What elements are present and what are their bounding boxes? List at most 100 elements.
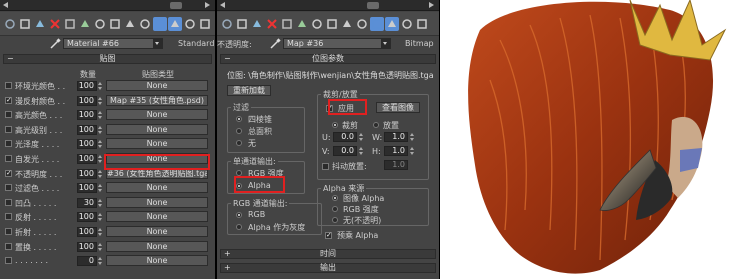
top-scrollbar[interactable]: [217, 0, 439, 11]
map-slot-button[interactable]: None: [106, 138, 208, 150]
map-name-field[interactable]: Map #36: [283, 38, 391, 49]
map-amount-spinner[interactable]: 100: [77, 168, 97, 179]
crop-radio[interactable]: [332, 122, 338, 128]
chevron-down-icon[interactable]: [381, 39, 390, 48]
show-map-icon[interactable]: [370, 17, 384, 31]
map-enable-checkbox[interactable]: [5, 82, 12, 89]
put-to-scene-icon[interactable]: [63, 17, 77, 31]
spinner-arrows-icon[interactable]: [98, 125, 102, 134]
h-spinner[interactable]: 1.0: [384, 146, 408, 156]
maps-rollout-header[interactable]: − 贴图: [3, 54, 212, 64]
filter-pyramidal-radio[interactable]: [236, 116, 242, 122]
jitter-spinner[interactable]: 1.0: [384, 160, 408, 170]
chevron-down-icon[interactable]: [153, 39, 162, 48]
bitmap-params-rollout-header[interactable]: − 位图参数: [220, 54, 436, 64]
map-slot-button[interactable]: None: [106, 123, 208, 135]
map-slot-button[interactable]: None: [106, 226, 208, 237]
scroll-left-arrow[interactable]: [220, 2, 225, 8]
scroll-right-arrow[interactable]: [429, 2, 434, 8]
assign-material-icon[interactable]: [295, 17, 309, 31]
u-spinner[interactable]: 0.0: [333, 132, 357, 142]
spinner-arrows-icon[interactable]: [98, 257, 102, 266]
rgb-output-rgb-radio[interactable]: [236, 212, 242, 218]
v-spinner[interactable]: 0.0: [333, 146, 357, 156]
spinner-arrows-icon[interactable]: [359, 147, 363, 155]
put-library-icon[interactable]: [123, 17, 137, 31]
map-amount-spinner[interactable]: 30: [77, 197, 97, 208]
map-enable-checkbox[interactable]: [5, 111, 12, 119]
map-slot-button[interactable]: None: [106, 196, 208, 208]
show-end-icon[interactable]: [168, 17, 182, 31]
show-map-icon[interactable]: [153, 17, 167, 31]
material-effects-icon[interactable]: [355, 17, 369, 31]
filter-summed-area-radio[interactable]: [236, 128, 242, 134]
go-parent-icon[interactable]: [183, 17, 197, 31]
bitmap-path[interactable]: 位图: \角色制作\贴图制作\wenjian\女性角色透明贴图.tga: [227, 70, 434, 81]
spinner-arrows-icon[interactable]: [98, 169, 102, 178]
spinner-arrows-icon[interactable]: [98, 96, 102, 105]
spinner-arrows-icon[interactable]: [98, 184, 102, 193]
cylinder-tool-icon[interactable]: [18, 17, 32, 31]
go-sibling-icon[interactable]: [415, 17, 429, 31]
output-rollout-header[interactable]: + 输出: [220, 263, 436, 273]
go-sibling-icon[interactable]: [198, 17, 212, 31]
time-rollout-header[interactable]: + 时间: [220, 249, 436, 259]
make-unique-icon[interactable]: [108, 17, 122, 31]
map-enable-checkbox[interactable]: [5, 155, 12, 162]
rgb-output-alpha-gray-radio[interactable]: [236, 224, 242, 230]
premultiply-alpha-checkbox[interactable]: ✓: [325, 232, 332, 239]
spinner-arrows-icon[interactable]: [359, 133, 363, 141]
spinner-arrows-icon[interactable]: [410, 147, 414, 155]
reset-map-icon[interactable]: [93, 17, 107, 31]
map-amount-spinner[interactable]: 100: [77, 110, 97, 121]
make-unique-icon[interactable]: [325, 17, 339, 31]
map-slot-button[interactable]: None: [106, 211, 208, 223]
alpha-none-radio[interactable]: [332, 217, 338, 223]
map-amount-spinner[interactable]: 100: [77, 154, 97, 164]
scroll-thumb[interactable]: [170, 2, 182, 9]
map-amount-spinner[interactable]: 100: [77, 139, 97, 150]
map-slot-button[interactable]: None: [106, 240, 208, 252]
put-library-icon[interactable]: [340, 17, 354, 31]
reset-map-icon[interactable]: [310, 17, 324, 31]
scroll-right-arrow[interactable]: [205, 2, 210, 8]
map-amount-spinner[interactable]: 100: [77, 95, 97, 106]
sample-uv-icon[interactable]: [33, 17, 47, 31]
map-enable-checkbox[interactable]: [5, 184, 12, 192]
spinner-arrows-icon[interactable]: [98, 198, 102, 207]
sphere-tool-icon[interactable]: [3, 17, 17, 31]
material-type-button[interactable]: Standard: [178, 39, 214, 48]
cylinder-tool-icon[interactable]: [235, 17, 249, 31]
map-enable-checkbox[interactable]: [5, 198, 12, 206]
map-enable-checkbox[interactable]: [5, 140, 12, 148]
show-end-icon[interactable]: [385, 17, 399, 31]
eyedropper-icon[interactable]: [270, 38, 281, 49]
map-amount-spinner[interactable]: 100: [77, 241, 97, 252]
map-slot-button[interactable]: Map #35 (女性角色.psd): [106, 94, 208, 106]
scroll-left-arrow[interactable]: [3, 2, 8, 8]
sphere-tool-icon[interactable]: [220, 17, 234, 31]
map-slot-button[interactable]: None: [106, 80, 208, 91]
map-enable-checkbox[interactable]: ✓: [5, 169, 12, 177]
spinner-arrows-icon[interactable]: [98, 82, 102, 90]
sample-uv-icon[interactable]: [250, 17, 264, 31]
put-to-scene-icon[interactable]: [280, 17, 294, 31]
map-amount-spinner[interactable]: 100: [77, 227, 97, 237]
map-slot-button[interactable]: None: [106, 255, 208, 267]
spinner-arrows-icon[interactable]: [410, 133, 414, 141]
material-name-field[interactable]: Material #66: [63, 38, 163, 49]
delete-icon[interactable]: [48, 17, 62, 31]
map-enable-checkbox[interactable]: [5, 213, 12, 221]
map-enable-checkbox[interactable]: [5, 228, 12, 235]
delete-icon[interactable]: [265, 17, 279, 31]
map-enable-checkbox[interactable]: ✓: [5, 96, 12, 104]
w-spinner[interactable]: 1.0: [384, 132, 408, 142]
view-image-button[interactable]: 查看图像: [376, 102, 420, 113]
eyedropper-icon[interactable]: [50, 38, 61, 49]
spinner-arrows-icon[interactable]: [98, 140, 102, 149]
jitter-checkbox[interactable]: [322, 163, 329, 170]
map-amount-spinner[interactable]: 100: [77, 124, 97, 135]
filter-none-radio[interactable]: [236, 140, 242, 146]
spinner-arrows-icon[interactable]: [98, 213, 102, 222]
map-enable-checkbox[interactable]: [5, 242, 12, 250]
